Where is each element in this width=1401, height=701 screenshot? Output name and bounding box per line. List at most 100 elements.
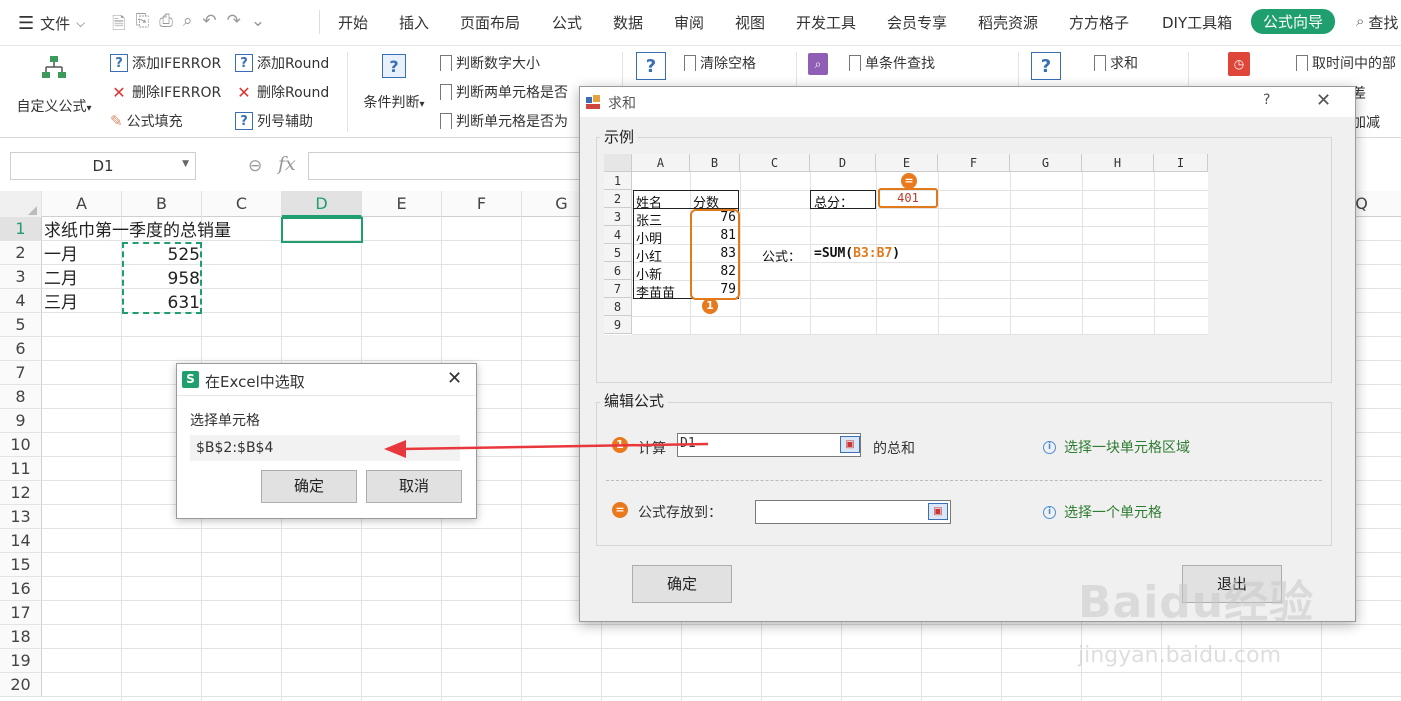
column-header-d[interactable]: D [282, 191, 362, 217]
print-icon[interactable]: ⎙ [159, 11, 173, 40]
row-header[interactable]: 12 [0, 481, 42, 505]
app-window-icon [586, 95, 600, 109]
dialog-titlebar[interactable]: S 在Excel中选取 ✕ [177, 364, 476, 396]
row-header[interactable]: 15 [0, 553, 42, 577]
row-header[interactable]: 2 [0, 241, 42, 265]
range-picker-icon[interactable]: ▣ [928, 503, 948, 520]
row-header[interactable]: 20 [0, 673, 42, 697]
remove-iferror-button[interactable]: ✕ 删除IFERROR [110, 82, 221, 102]
formula-input[interactable] [308, 152, 588, 180]
judge-cell-is-button[interactable]: 判断单元格是否为 [440, 111, 568, 131]
tab-page-layout[interactable]: 页面布局 [460, 12, 520, 33]
column-helper-button[interactable]: ? 列号辅助 [235, 111, 313, 131]
row-header[interactable]: 5 [0, 313, 42, 337]
example-row-header: 2 [604, 190, 632, 208]
bookmark-icon [1296, 55, 1308, 71]
store-cell-input[interactable]: ▣ [755, 500, 951, 524]
tab-insert[interactable]: 插入 [399, 12, 429, 33]
column-header-f[interactable]: F [442, 191, 522, 217]
close-icon[interactable]: ✕ [1316, 90, 1331, 111]
row-header[interactable]: 14 [0, 529, 42, 553]
redo-icon[interactable]: ↷ [227, 11, 241, 40]
search-box[interactable]: ⌕ 查找 [1356, 12, 1398, 33]
tab-ffcell[interactable]: 方方格子 [1069, 12, 1129, 33]
row-header[interactable]: 7 [0, 361, 42, 385]
row-header[interactable]: 8 [0, 385, 42, 409]
example-total-value: 401 [878, 188, 938, 208]
sum-button[interactable]: 求和 [1094, 53, 1138, 73]
ok-button[interactable]: 确定 [261, 470, 357, 503]
select-all-corner[interactable] [0, 191, 42, 217]
formula-fill-button[interactable]: ✎ 公式填充 [110, 111, 183, 131]
column-header-b[interactable]: B [122, 191, 202, 217]
row-header[interactable]: 13 [0, 505, 42, 529]
row-header[interactable]: 19 [0, 649, 42, 673]
judge-two-cells-button[interactable]: 判断两单元格是否 [440, 82, 568, 102]
get-time-part-button[interactable]: 取时间中的部 [1296, 53, 1396, 73]
add-round-button[interactable]: ? 添加Round [235, 53, 329, 73]
name-box[interactable]: D1 ▼ [10, 152, 196, 180]
cell-a4[interactable]: 三月 [44, 291, 78, 315]
hint-cell-text: 选择一个单元格 [1064, 505, 1162, 521]
math-help-button[interactable]: ? [1031, 52, 1061, 80]
condition-judge-button[interactable]: ? 条件判断▾ [356, 54, 432, 112]
export-icon[interactable]: ⎘ [136, 11, 150, 40]
marching-ants-selection [122, 242, 202, 314]
hint-range-text: 选择一块单元格区域 [1064, 440, 1190, 456]
more-icon[interactable]: ⌄ [251, 11, 265, 40]
tab-docer[interactable]: 稻壳资源 [978, 12, 1038, 33]
example-sheet-image: ABCDEFGHI 123456789 姓名 分数 张三 76 小明 81 小红 83 小新… [604, 154, 1208, 335]
column-header-a[interactable]: A [42, 191, 122, 217]
tab-formula[interactable]: 公式 [552, 12, 582, 33]
text-help-button[interactable]: ? [636, 52, 666, 80]
lookup-book-icon[interactable]: ⌕ [808, 53, 828, 75]
tab-developer[interactable]: 开发工具 [796, 12, 856, 33]
row-header[interactable]: 1 [0, 217, 42, 241]
cancel-button[interactable]: 取消 [366, 470, 462, 503]
print-preview-icon[interactable]: ⌕ [183, 11, 193, 40]
row-header[interactable]: 4 [0, 289, 42, 313]
cell-a1-title[interactable]: 求纸巾第一季度的总销量 [44, 219, 231, 243]
judge-number-size-button[interactable]: 判断数字大小 [440, 53, 540, 73]
column-header-c[interactable]: C [202, 191, 282, 217]
dialog-title: 求和 [608, 96, 636, 112]
tab-diy-toolbox[interactable]: DIY工具箱 [1162, 12, 1232, 33]
tab-formula-wizard[interactable]: 公式向导 [1251, 9, 1336, 34]
single-lookup-button[interactable]: 单条件查找 [849, 53, 935, 73]
tab-view[interactable]: 视图 [735, 12, 765, 33]
row-header[interactable]: 17 [0, 601, 42, 625]
row-header[interactable]: 18 [0, 625, 42, 649]
custom-formula-button[interactable]: 自定义公式▾ [12, 52, 96, 132]
cell-a3[interactable]: 二月 [44, 267, 78, 291]
row-header[interactable]: 10 [0, 433, 42, 457]
row-header[interactable]: 16 [0, 577, 42, 601]
date-add-sub-label[interactable]: 加减 [1352, 112, 1380, 132]
ok-button[interactable]: 确定 [632, 565, 732, 603]
tab-data[interactable]: 数据 [613, 12, 643, 33]
clear-spaces-button[interactable]: 清除空格 [684, 53, 756, 73]
help-icon[interactable]: ? [1263, 92, 1270, 108]
close-icon[interactable]: ✕ [447, 368, 462, 389]
tab-start[interactable]: 开始 [338, 12, 368, 33]
range-picker-icon[interactable]: ▣ [840, 436, 860, 453]
file-menu[interactable]: ☰ 文件 ⌵ [18, 13, 85, 34]
fx-icon[interactable]: fx [278, 153, 296, 175]
row-header[interactable]: 6 [0, 337, 42, 361]
row-header[interactable]: 9 [0, 409, 42, 433]
add-iferror-button[interactable]: ? 添加IFERROR [110, 53, 221, 73]
undo-icon[interactable]: ↶ [202, 11, 216, 40]
cell-a2[interactable]: 一月 [44, 243, 78, 267]
example-col-header: A [632, 154, 690, 172]
column-header-e[interactable]: E [362, 191, 442, 217]
tab-review[interactable]: 审阅 [674, 12, 704, 33]
formula-fill-label: 公式填充 [126, 114, 183, 130]
tab-member[interactable]: 会员专享 [887, 12, 947, 33]
remove-round-button[interactable]: ✕ 删除Round [235, 82, 329, 102]
dialog-titlebar[interactable]: 求和 ? ✕ [580, 87, 1355, 117]
clock-book-icon[interactable]: ◷ [1228, 52, 1250, 76]
active-cell-d1[interactable] [281, 217, 363, 243]
zoom-formula-icon[interactable]: ⊖ [248, 156, 262, 176]
row-header[interactable]: 3 [0, 265, 42, 289]
row-header[interactable]: 11 [0, 457, 42, 481]
save-icon[interactable]: 🗎 [112, 11, 126, 40]
